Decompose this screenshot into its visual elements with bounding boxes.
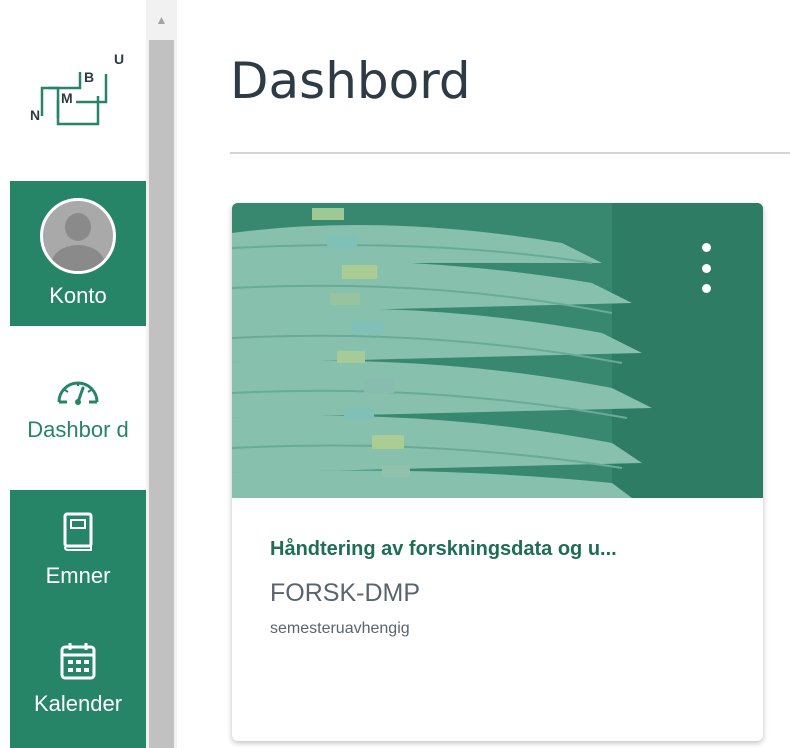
nav-item-courses-label: Emner xyxy=(45,563,111,588)
title-divider xyxy=(230,152,790,154)
book-icon xyxy=(63,512,93,551)
course-card-term: semesteruavhengig xyxy=(270,620,410,637)
nav-item-account[interactable]: Konto xyxy=(10,181,146,326)
course-card-image[interactable] xyxy=(232,203,763,498)
more-vertical-icon[interactable] xyxy=(699,243,713,293)
nav-item-courses[interactable]: Emner xyxy=(10,490,146,612)
nav-item-calendar-label: Kalender xyxy=(33,691,123,716)
scrollbar-thumb[interactable] xyxy=(149,40,174,748)
nav-item-dashboard[interactable]: Dashbor d xyxy=(10,326,146,490)
speedometer-icon xyxy=(57,381,99,405)
calendar-icon xyxy=(60,643,96,680)
nav-item-account-label: Konto xyxy=(49,282,107,308)
course-card-code: FORSK-DMP xyxy=(270,579,420,607)
logo-letter-m: M xyxy=(61,90,73,106)
nav-item-dashboard-label: Dashbor d xyxy=(27,417,129,442)
nmbu-logo-graphic: N M B U xyxy=(30,51,124,126)
course-card[interactable]: Håndtering av forskningsdata og u... FOR… xyxy=(232,203,763,741)
logo-letter-u: U xyxy=(114,51,124,67)
nmbu-logo[interactable]: N M B U xyxy=(28,48,128,128)
scroll-up-arrow-icon[interactable]: ▲ xyxy=(146,0,177,40)
user-avatar-icon xyxy=(40,197,116,274)
logo-letter-n: N xyxy=(30,107,40,123)
paper-stack-image xyxy=(232,203,763,498)
nav-item-calendar[interactable]: Kalender xyxy=(10,612,146,748)
global-nav: N M B U Konto Dashbor d Emner Kalender xyxy=(0,0,146,748)
course-card-title[interactable]: Håndtering av forskningsdata og u... xyxy=(270,538,730,561)
sidebar-scrollbar[interactable]: ▲ xyxy=(146,0,177,748)
logo-letter-b: B xyxy=(84,69,94,85)
page-title: Dashbord xyxy=(230,52,471,110)
